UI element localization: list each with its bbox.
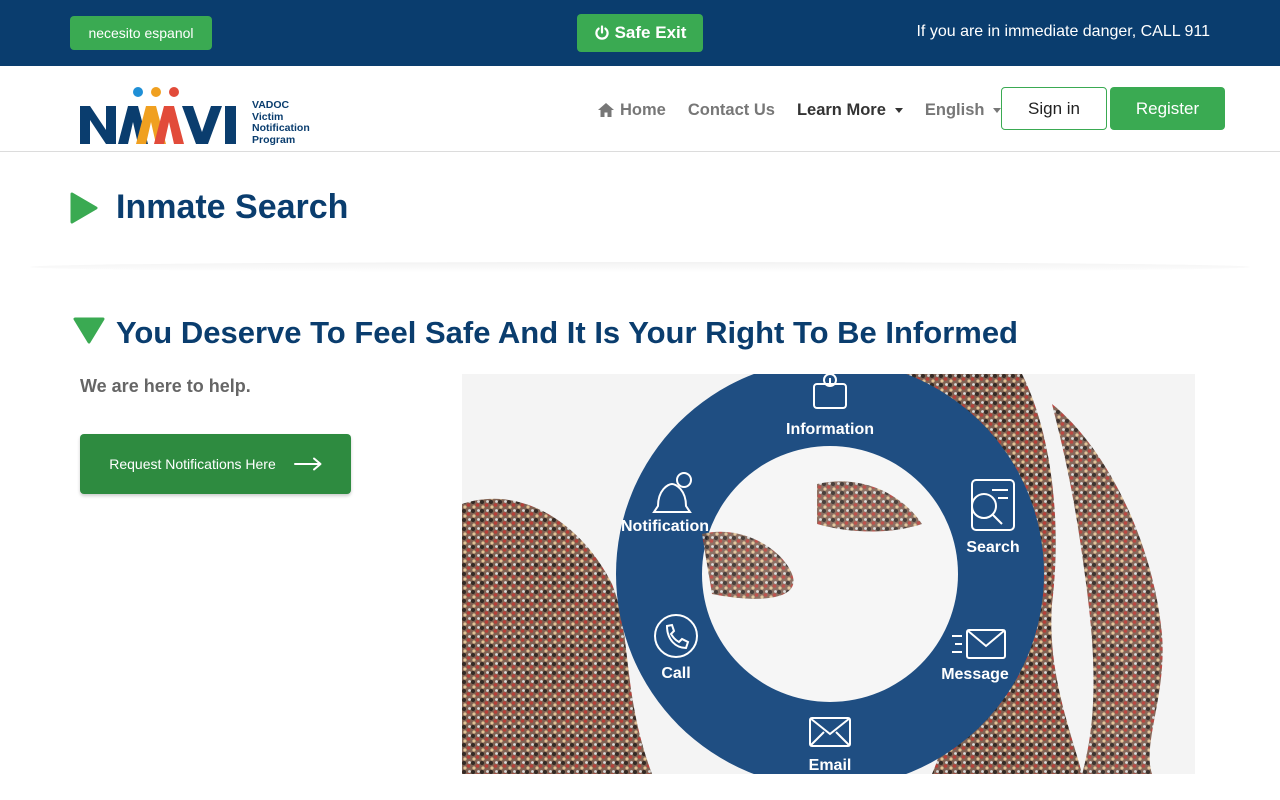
- arrow-right-icon: [293, 457, 322, 471]
- play-icon: [70, 192, 98, 224]
- safe-exit-label: Safe Exit: [614, 23, 687, 42]
- nav-learn-more[interactable]: Learn More: [797, 101, 903, 120]
- request-notifications-button[interactable]: Request Notifications Here: [80, 434, 351, 494]
- chevron-down-icon: [894, 107, 903, 113]
- ring-label-notification: Notification: [621, 518, 709, 535]
- main-nav: VADOC Victim Notification Program Home C…: [0, 66, 1280, 152]
- emergency-bar: necesito espanol Safe Exit If you are in…: [0, 0, 1280, 66]
- logo-subtitle: VADOC Victim Notification Program: [252, 99, 310, 146]
- navi-logo[interactable]: VADOC Victim Notification Program: [78, 84, 318, 148]
- ring-label-call: Call: [661, 665, 690, 682]
- page-title: Inmate Search: [116, 188, 349, 226]
- title-divider: [30, 262, 1250, 272]
- logo-line-program: Program: [252, 133, 296, 146]
- ring-label-information: Information: [786, 421, 874, 438]
- request-notifications-label: Request Notifications Here: [109, 456, 276, 472]
- ring-label-email: Email: [809, 757, 852, 774]
- nav-contact[interactable]: Contact Us: [688, 101, 775, 120]
- signin-button[interactable]: Sign in: [1001, 87, 1107, 130]
- logo-line-vadoc: VADOC: [252, 99, 290, 111]
- safe-exit-button[interactable]: Safe Exit: [577, 14, 703, 52]
- nav-links: Home Contact Us Learn More English: [597, 99, 1023, 121]
- nav-home[interactable]: Home: [597, 101, 666, 120]
- nav-home-label: Home: [620, 100, 666, 119]
- navi-logo-mark: [80, 87, 236, 144]
- home-icon: [598, 103, 614, 117]
- hero-image: Information Notification Search Call Mes…: [462, 374, 1195, 774]
- hero-heading: You Deserve To Feel Safe And It Is Your …: [116, 315, 1018, 350]
- danger-notice: If you are in immediate danger, CALL 911: [916, 23, 1210, 40]
- triangle-down-icon: [73, 317, 105, 344]
- ring-label-search: Search: [966, 539, 1019, 556]
- spanish-button[interactable]: necesito espanol: [70, 16, 212, 50]
- register-button[interactable]: Register: [1110, 87, 1225, 130]
- nav-learn-more-label: Learn More: [796, 100, 886, 119]
- nav-language-label: English: [924, 100, 985, 119]
- hero-subtext: We are here to help.: [80, 376, 251, 396]
- power-icon: [594, 25, 609, 40]
- nav-language[interactable]: English: [925, 101, 1002, 120]
- ring-label-message: Message: [941, 666, 1009, 683]
- logo-line-notification: Notification: [252, 122, 310, 134]
- nav-contact-label: Contact Us: [687, 100, 775, 119]
